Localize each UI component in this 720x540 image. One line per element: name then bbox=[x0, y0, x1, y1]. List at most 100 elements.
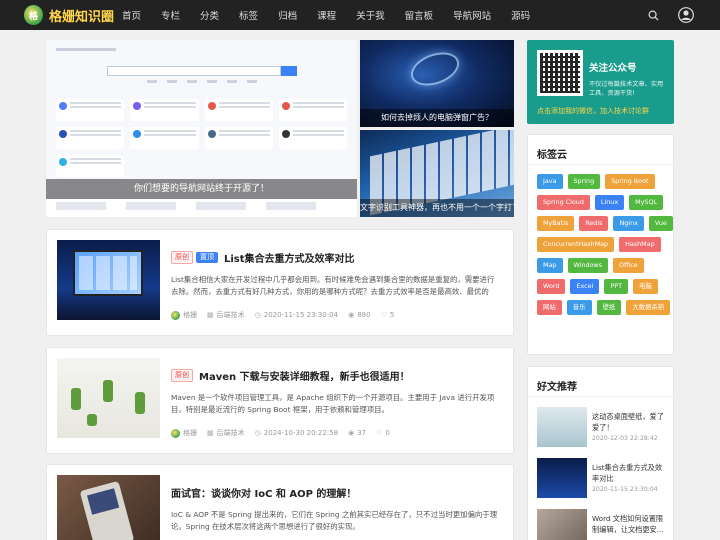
hero-side-caption-1: 如何去掉烦人的电脑弹窗广告？ bbox=[360, 109, 514, 127]
nav-course[interactable]: 课程 bbox=[317, 8, 336, 22]
thumbs-up-icon: ♡ bbox=[376, 429, 383, 437]
tag-item[interactable]: Spring Cloud bbox=[537, 195, 590, 210]
recommended-item-title[interactable]: 这动态桌面壁纸，爱了爱了！ bbox=[592, 411, 667, 433]
nav-source[interactable]: 源码 bbox=[511, 8, 530, 22]
slide-preview-header bbox=[46, 40, 357, 58]
post-author[interactable]: 格姗 bbox=[171, 428, 197, 438]
tag-item[interactable]: Word bbox=[537, 279, 566, 294]
post-category[interactable]: ▦ 后端技术 bbox=[207, 428, 245, 438]
main-nav: 首页 专栏 分类 标签 归档 课程 关于我 留言板 导航网站 源码 bbox=[122, 8, 550, 22]
post-author[interactable]: 格姗 bbox=[171, 310, 197, 320]
slide-preview-footer bbox=[46, 199, 357, 217]
tag-item[interactable]: Spring bbox=[567, 174, 601, 189]
tag-item[interactable]: 大数据杀熟 bbox=[626, 300, 671, 315]
post-card[interactable]: 原创 Maven 下载与安装详细教程，新手也很适用！ Maven 是一个软件项目… bbox=[46, 347, 514, 454]
recommended-item-title[interactable]: Word 文档如何设置限制编辑，让文档更安... bbox=[592, 513, 667, 535]
site-logo[interactable]: 格 格姗知识圈 bbox=[24, 5, 114, 25]
original-badge: 原创 bbox=[171, 369, 193, 382]
post-meta: 格姗 ▦ 后端技术 ◷ 2024-10-30 20:22:58 ◉ 37 ♡ 0 bbox=[171, 428, 501, 438]
category-icon: ▦ bbox=[207, 429, 214, 437]
post-views: ◉ 37 bbox=[348, 429, 367, 437]
nav-navigation-site[interactable]: 导航网站 bbox=[453, 8, 491, 22]
recommended-item-title[interactable]: List集合去重方式及效率对比 bbox=[592, 462, 667, 484]
tag-item[interactable]: PPT bbox=[604, 279, 628, 294]
thumbs-up-icon: ♡ bbox=[380, 311, 387, 319]
site-name: 格姗知识圈 bbox=[48, 9, 114, 25]
tag-item[interactable]: ConcurrentHashMap bbox=[537, 237, 615, 252]
post-thumbnail[interactable] bbox=[57, 475, 160, 540]
tag-item[interactable]: Vue bbox=[648, 216, 673, 231]
nav-category[interactable]: 分类 bbox=[200, 8, 219, 22]
tag-item[interactable]: Redis bbox=[579, 216, 609, 231]
nav-guestbook[interactable]: 留言板 bbox=[405, 8, 434, 22]
recommended-item-date: 2020-12-03 22:28:42 bbox=[592, 435, 658, 442]
nav-about[interactable]: 关于我 bbox=[356, 8, 385, 22]
post-title[interactable]: 面试官：谈谈你对 IoC 和 AOP 的理解！ bbox=[171, 485, 356, 500]
post-date: ◷ 2020-11-15 23:30:04 bbox=[254, 311, 339, 319]
recommended-item[interactable]: 这动态桌面壁纸，爱了爱了！ 2020-12-03 22:28:42 bbox=[537, 407, 667, 447]
tag-item[interactable]: MySQL bbox=[629, 195, 664, 210]
post-thumbnail[interactable] bbox=[57, 358, 160, 438]
header-actions bbox=[644, 0, 720, 30]
recommended-thumbnail[interactable] bbox=[537, 509, 587, 540]
tag-item[interactable]: Spring Boot bbox=[605, 174, 655, 189]
post-title[interactable]: List集合去重方式及效率对比 bbox=[224, 250, 355, 265]
top-navbar: 格 格姗知识圈 首页 专栏 分类 标签 归档 课程 关于我 留言板 导航网站 源… bbox=[0, 0, 720, 30]
slide-preview-search bbox=[106, 66, 297, 76]
post-likes[interactable]: ♡ 5 bbox=[381, 311, 395, 319]
user-avatar-icon[interactable] bbox=[678, 7, 694, 23]
tag-item[interactable]: 网站 bbox=[537, 300, 562, 315]
post-excerpt: List集合相信大家在开发过程中几乎都会用到。有时候难免会遇到集合里的数据是重复… bbox=[171, 275, 495, 296]
wechat-follow-card: 关注公众号 不仅过每篇技术文章、实用工具、资源干货! 点击添加我的微信，加入技术… bbox=[527, 40, 674, 124]
logo-icon: 格 bbox=[24, 5, 43, 25]
hero-main-slide[interactable]: 你们想要的导航网站终于开源了！ bbox=[46, 40, 357, 217]
recommended-item[interactable]: List集合去重方式及效率对比 2020-11-15 23:30:04 bbox=[537, 458, 667, 498]
tag-item[interactable]: Java bbox=[537, 174, 563, 189]
post-likes[interactable]: ♡ 0 bbox=[376, 429, 390, 437]
wechat-description: 不仅过每篇技术文章、实用工具、资源干货! bbox=[589, 81, 664, 97]
hero-side-slide-1[interactable]: 如何去掉烦人的电脑弹窗广告？ bbox=[360, 40, 514, 127]
qr-code-icon bbox=[537, 50, 583, 96]
post-thumbnail[interactable] bbox=[57, 240, 160, 320]
tag-item[interactable]: HashMap bbox=[619, 237, 661, 252]
tag-cloud-title: 标签云 bbox=[528, 135, 673, 165]
lightbulb-image bbox=[406, 46, 464, 92]
tag-item[interactable]: Nginx bbox=[613, 216, 644, 231]
eye-icon: ◉ bbox=[348, 311, 355, 319]
author-avatar-icon bbox=[171, 428, 180, 438]
search-icon[interactable] bbox=[644, 6, 662, 24]
nav-archive[interactable]: 归档 bbox=[278, 8, 297, 22]
clock-icon: ◷ bbox=[254, 311, 261, 319]
category-icon: ▦ bbox=[207, 311, 214, 319]
nav-home[interactable]: 首页 bbox=[122, 8, 141, 22]
author-avatar-icon bbox=[171, 310, 180, 320]
post-title[interactable]: Maven 下载与安装详细教程，新手也很适用！ bbox=[199, 368, 410, 383]
recommended-thumbnail[interactable] bbox=[537, 407, 587, 447]
tag-item[interactable]: 电脑 bbox=[633, 279, 658, 294]
hero-side-slide-2[interactable]: 文字识别工具神器，再也不用一个一个字打了！ bbox=[360, 130, 514, 217]
tag-item[interactable]: Windows bbox=[567, 258, 609, 273]
tag-item[interactable]: Office bbox=[613, 258, 644, 273]
tag-item[interactable]: Map bbox=[537, 258, 563, 273]
hero-banner: 你们想要的导航网站终于开源了！ 如何去掉烦人的电脑弹窗广告？ 文字识别工具神器，… bbox=[46, 40, 514, 217]
original-badge: 原创 bbox=[171, 251, 193, 264]
post-category[interactable]: ▦ 后端技术 bbox=[207, 310, 245, 320]
post-card[interactable]: 面试官：谈谈你对 IoC 和 AOP 的理解！ IoC & AOP 不是 Spr… bbox=[46, 464, 514, 540]
hero-main-caption: 你们想要的导航网站终于开源了！ bbox=[46, 179, 357, 199]
nav-tags[interactable]: 标签 bbox=[239, 8, 258, 22]
recommended-title: 好文推荐 bbox=[528, 367, 673, 397]
clock-icon: ◷ bbox=[254, 429, 261, 437]
recommended-thumbnail[interactable] bbox=[537, 458, 587, 498]
tag-item[interactable]: Excel bbox=[570, 279, 600, 294]
post-excerpt: IoC & AOP 不是 Spring 提出来的，它们在 Spring 之前其实… bbox=[171, 510, 498, 531]
tag-item[interactable]: Linux bbox=[594, 195, 625, 210]
tag-item[interactable]: MyBatis bbox=[537, 216, 575, 231]
tag-cloud-panel: 标签云 Java Spring Spring Boot Spring Cloud Lin… bbox=[527, 134, 674, 355]
post-card[interactable]: 原创 置顶 List集合去重方式及效率对比 List集合相信大家在开发过程中几乎… bbox=[46, 229, 514, 336]
nav-column[interactable]: 专栏 bbox=[161, 8, 180, 22]
tag-item[interactable]: 壁纸 bbox=[596, 300, 622, 315]
wechat-join-link[interactable]: 点击添加我的微信，加入技术讨论群 bbox=[537, 106, 649, 116]
tag-item[interactable]: 音乐 bbox=[566, 300, 592, 315]
post-views: ◉ 880 bbox=[348, 311, 371, 319]
recommended-item[interactable]: Word 文档如何设置限制编辑，让文档更安... bbox=[537, 509, 667, 540]
